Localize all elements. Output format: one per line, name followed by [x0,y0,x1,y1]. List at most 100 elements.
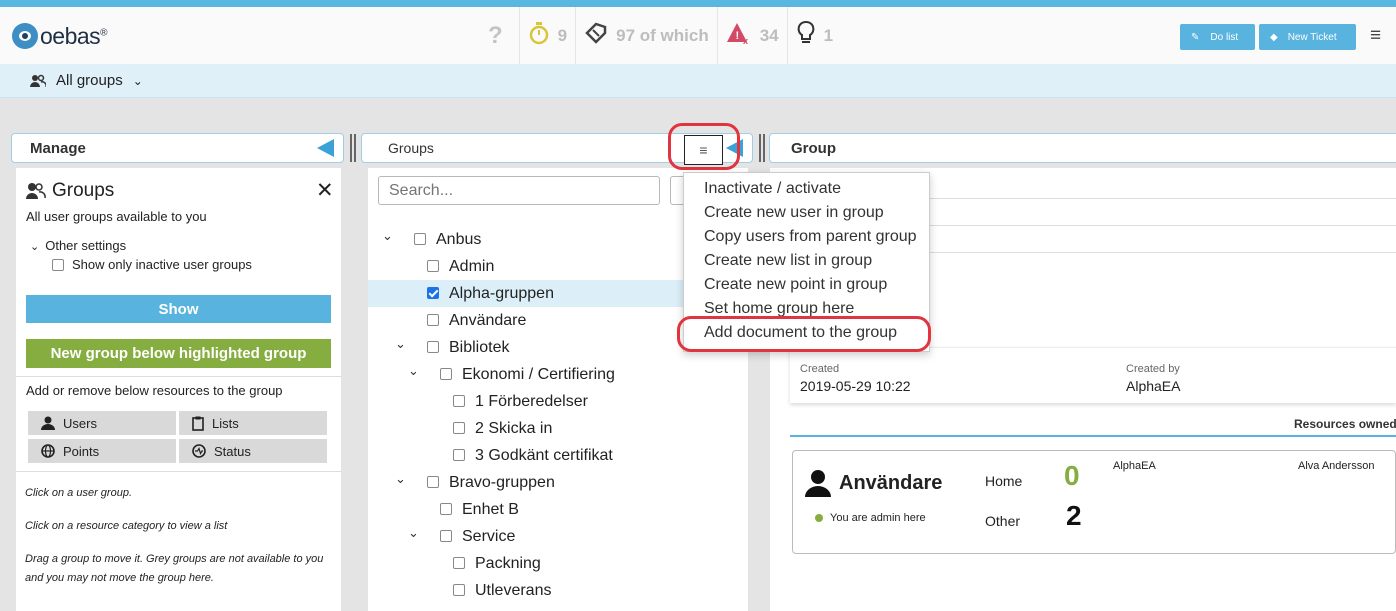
show-button[interactable]: Show [26,295,331,323]
ideas-stat[interactable]: 1 [788,7,841,64]
member-name[interactable]: Alva Andersson [1298,460,1374,472]
menu-item[interactable]: Copy users from parent group [704,228,917,246]
resources-label: Add or remove below resources to the gro… [26,383,283,398]
lists-resource-button[interactable]: Lists [179,411,327,435]
other-count[interactable]: 2 [1066,500,1082,532]
tree-item-label: Enhet B [462,500,519,518]
tree-item-label: Alpha-gruppen [449,284,554,302]
chevron-down-icon[interactable]: ⌄ [408,363,419,379]
member-name[interactable]: AlphaEA [1113,460,1156,472]
logo-text: oebas [40,22,101,49]
clipboard-icon [192,416,204,431]
tree-item[interactable]: ⌄ Service [368,523,748,550]
created-value: 2019-05-29 10:22 [800,378,911,394]
question-icon: ? [488,21,503,49]
close-icon[interactable]: ✕ [316,178,334,203]
tree-item-checkbox[interactable] [427,341,439,353]
tree-item[interactable]: 2 Skicka in [368,415,748,442]
users-resource-button[interactable]: Users [28,411,176,435]
tree-item-checkbox[interactable] [440,503,452,515]
users-icon [30,74,46,87]
stats-bar: ? 9 97 of which ! x 34 1 [480,7,841,64]
tree-item[interactable]: Utleverans [368,577,748,604]
tree-item[interactable]: 3 Godkänt certifikat [368,442,748,469]
tree-item-checkbox[interactable] [453,395,465,407]
menu-item[interactable]: Create new point in group [704,276,887,294]
created-label: Created [800,363,840,375]
resources-owned-heading: Resources owned b [1294,417,1396,431]
tree-item-checkbox[interactable] [453,422,465,434]
menu-item[interactable]: Create new list in group [704,252,872,270]
tree-item[interactable]: 1 Förberedelser [368,388,748,415]
help-stat[interactable]: ? [480,7,520,64]
other-settings-label: Other settings [45,238,127,253]
lists-resource-label: Lists [212,415,239,431]
chevron-down-icon[interactable]: ⌄ [408,525,419,541]
new-ticket-label: New Ticket [1287,31,1337,43]
tree-item-label: Användare [449,311,527,329]
do-list-label: Do list [1210,31,1239,43]
menu-item[interactable]: Create new user in group [704,204,884,222]
home-count[interactable]: 0 [1064,460,1080,492]
tree-item-checkbox[interactable] [427,476,439,488]
tree-item-label: Ekonomi / Certifiering [462,365,615,383]
ideas-count: 1 [823,25,834,45]
divider [16,471,341,472]
tree-item-checkbox[interactable] [453,449,465,461]
created-by-label: Created by [1126,363,1180,375]
groups-title: Groups [52,180,115,201]
collapse-left-icon[interactable] [317,139,334,157]
new-ticket-button[interactable]: ◆ New Ticket [1259,24,1356,50]
tree-item-label: Bibliotek [449,338,510,356]
chevron-down-icon[interactable]: ⌄ [395,471,406,487]
tree-item-checkbox[interactable] [427,314,439,326]
chevron-down-icon[interactable]: ⌄ [395,336,406,352]
tree-item-checkbox[interactable] [440,368,452,380]
menu-item[interactable]: Inactivate / activate [704,180,841,198]
warnings-count: 34 [759,25,779,45]
inactive-only-checkbox[interactable] [52,258,64,271]
tree-item-checkbox[interactable] [453,584,465,596]
chevron-down-icon[interactable]: ⌄ [382,228,393,244]
group-panel-header: Group [769,133,1396,163]
group-selector[interactable]: All groups ⌄ [30,72,143,89]
points-resource-button[interactable]: Points [28,439,176,463]
do-list-button[interactable]: ✎ Do list [1180,24,1255,50]
admin-note: You are admin here [815,512,926,524]
panel-title: Groups [26,180,114,202]
tree-item-checkbox[interactable] [414,233,426,245]
tree-item[interactable]: ⌄ Ekonomi / Certifiering [368,361,748,388]
panel-subtitle: All user groups available to you [26,209,207,224]
tree-item-checkbox[interactable] [427,287,439,299]
tree-item[interactable]: Enhet B [368,496,748,523]
panel-resize-handle[interactable] [350,134,356,162]
detail-field-row [930,198,1396,222]
logo[interactable]: oebas® [12,22,108,49]
status-resource-button[interactable]: Status [179,439,327,463]
users-resource-card[interactable]: Användare You are admin here Home 0 Othe… [792,450,1396,554]
tree-item-checkbox[interactable] [427,260,439,272]
tickets-stat[interactable]: 97 of which [576,7,718,64]
warnings-stat[interactable]: ! x 34 [718,7,788,64]
timer-stat[interactable]: 9 [520,7,577,64]
new-group-button[interactable]: New group below highlighted group [26,339,331,368]
chevron-down-icon: ⌄ [132,73,143,88]
tree-item-label: Admin [449,257,495,275]
users-card-title: Användare [805,469,942,497]
tree-item[interactable]: ⌄ Bravo-gruppen [368,469,748,496]
tree-item-checkbox[interactable] [440,530,452,542]
main-menu-icon[interactable]: ≡ [1370,25,1381,47]
inactive-only-option[interactable]: Show only inactive user groups [52,257,252,272]
divider [790,435,1396,437]
svg-text:x: x [743,36,748,45]
tree-item-label: Service [462,527,516,545]
other-settings-toggle[interactable]: ⌄ Other settings [30,238,126,253]
search-input[interactable] [378,176,660,205]
tree-item[interactable]: Packning [368,550,748,577]
tree-item-checkbox[interactable] [453,557,465,569]
help-text-1: Click on a user group. [25,487,132,499]
home-label: Home [985,473,1023,489]
do-list-icon: ✎ [1191,31,1200,43]
manage-heading: Manage [30,139,86,157]
panel-resize-handle-2[interactable] [759,134,765,162]
